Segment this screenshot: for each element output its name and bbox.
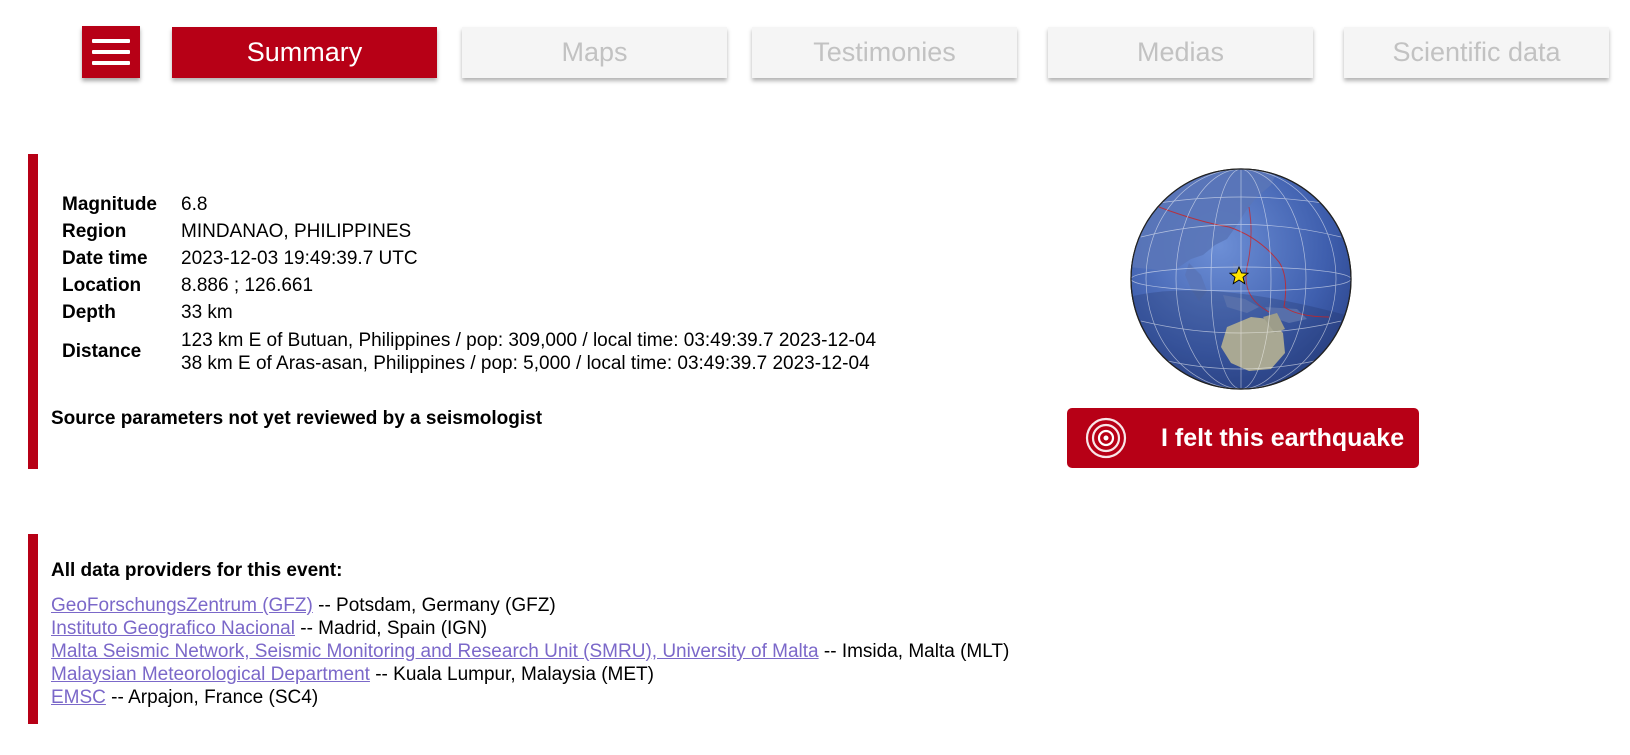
provider-location: -- Imsida, Malta (MLT)	[818, 641, 1010, 662]
top-navigation: Summary Maps Testimonies Medias Scientif…	[82, 26, 1622, 80]
distance-line: 123 km E of Butuan, Philippines / pop: 3…	[181, 330, 877, 351]
provider-location: -- Potsdam, Germany (GFZ)	[312, 595, 556, 616]
region-label: Region	[62, 221, 127, 242]
hamburger-menu-icon[interactable]	[82, 26, 140, 78]
event-parameters-table: Magnitude 6.8 Region MINDANAO, PHILIPPIN…	[52, 192, 890, 378]
providers-title: All data providers for this event:	[51, 560, 343, 581]
tab-maps[interactable]: Maps	[462, 27, 727, 78]
datetime-label: Date time	[62, 248, 148, 269]
menu-bar-line	[92, 61, 130, 65]
menu-bar-line	[92, 50, 130, 54]
list-item: Malaysian Meteorological Department -- K…	[51, 663, 1009, 686]
depth-value: 33 km	[181, 302, 233, 323]
table-row: Depth 33 km	[52, 300, 890, 327]
provider-link-ign[interactable]: Instituto Geografico Nacional	[51, 618, 295, 639]
data-providers-panel: All data providers for this event: GeoFo…	[28, 534, 1538, 724]
felt-button-label: I felt this earthquake	[1161, 423, 1405, 452]
provider-location: -- Kuala Lumpur, Malaysia (MET)	[369, 664, 654, 685]
list-item: Instituto Geografico Nacional -- Madrid,…	[51, 617, 1009, 640]
magnitude-label: Magnitude	[62, 194, 157, 215]
list-item: GeoForschungsZentrum (GFZ) -- Potsdam, G…	[51, 594, 1009, 617]
provider-link-mlt[interactable]: Malta Seismic Network, Seismic Monitorin…	[51, 641, 819, 662]
location-label: Location	[62, 275, 142, 296]
tab-summary[interactable]: Summary	[172, 27, 437, 78]
felt-earthquake-button[interactable]: I felt this earthquake	[1067, 408, 1419, 468]
tab-testimonies[interactable]: Testimonies	[752, 27, 1017, 78]
list-item: EMSC -- Arpajon, France (SC4)	[51, 686, 1009, 709]
magnitude-value: 6.8	[181, 194, 208, 215]
tab-medias[interactable]: Medias	[1048, 27, 1313, 78]
location-value: 8.886 ; 126.661	[181, 275, 314, 296]
table-row: Magnitude 6.8	[52, 192, 890, 219]
provider-link-emsc[interactable]: EMSC	[51, 687, 106, 708]
provider-link-met[interactable]: Malaysian Meteorological Department	[51, 664, 370, 685]
table-row: Region MINDANAO, PHILIPPINES	[52, 219, 890, 246]
region-value: MINDANAO, PHILIPPINES	[181, 221, 412, 242]
table-row: Location 8.886 ; 126.661	[52, 273, 890, 300]
provider-location: -- Madrid, Spain (IGN)	[294, 618, 488, 639]
event-summary-panel: Magnitude 6.8 Region MINDANAO, PHILIPPIN…	[28, 154, 1538, 469]
menu-bar-line	[92, 39, 130, 43]
globe-map-icon	[1130, 168, 1352, 390]
distance-line: 38 km E of Aras-asan, Philippines / pop:…	[181, 353, 870, 374]
review-status-note: Source parameters not yet reviewed by a …	[51, 408, 543, 429]
provider-location: -- Arpajon, France (SC4)	[105, 687, 319, 708]
concentric-circles-icon	[1085, 417, 1127, 459]
table-row: Date time 2023-12-03 19:49:39.7 UTC	[52, 246, 890, 273]
providers-list: GeoForschungsZentrum (GFZ) -- Potsdam, G…	[51, 594, 1009, 709]
provider-link-gfz[interactable]: GeoForschungsZentrum (GFZ)	[51, 595, 313, 616]
tab-scientific-data[interactable]: Scientific data	[1344, 27, 1609, 78]
depth-label: Depth	[62, 302, 116, 323]
distance-label: Distance	[62, 341, 142, 362]
distance-value: 123 km E of Butuan, Philippines / pop: 3…	[171, 327, 890, 378]
datetime-value: 2023-12-03 19:49:39.7 UTC	[181, 248, 418, 269]
table-row: Distance 123 km E of Butuan, Philippines…	[52, 327, 890, 378]
list-item: Malta Seismic Network, Seismic Monitorin…	[51, 640, 1009, 663]
